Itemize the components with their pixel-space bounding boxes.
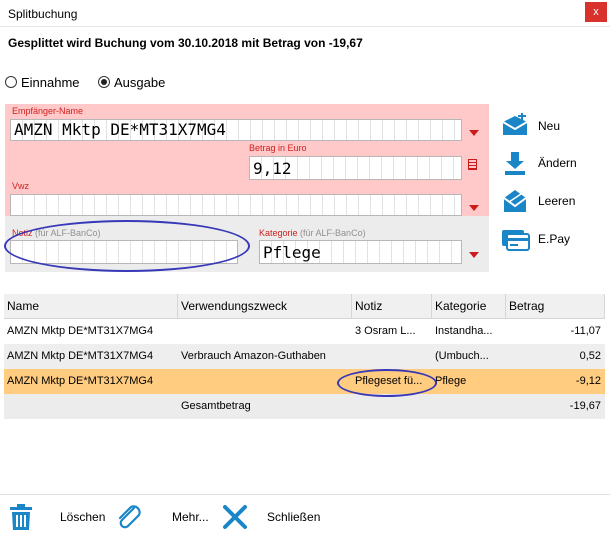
vwz-input[interactable] (10, 194, 462, 216)
close-x-icon (223, 505, 247, 529)
total-label: Gesamtbetrag (181, 400, 251, 412)
download-icon (505, 152, 525, 175)
radio-einnahme[interactable]: Einnahme (5, 74, 80, 90)
cell-notiz (352, 344, 432, 369)
column-header-notiz[interactable]: Notiz (352, 294, 432, 318)
total-value: -19,67 (569, 400, 601, 412)
total-row: Gesamtbetrag -19,67 (4, 394, 605, 419)
split-heading: Gesplittet wird Buchung vom 30.10.2018 m… (8, 36, 363, 50)
loeschen-button[interactable]: Löschen (8, 500, 105, 534)
table-row[interactable]: AMZN Mktp DE*MT31X7MG4 3 Osram L... Inst… (4, 319, 605, 344)
epay-label: E.Pay (538, 232, 571, 246)
cell-vwz: Verbrauch Amazon-Guthaben (181, 350, 326, 362)
mehr-label: Mehr... (172, 510, 209, 524)
cell-name: AMZN Mktp DE*MT31X7MG4 (7, 350, 154, 362)
title-bar (0, 0, 610, 27)
cell-betrag: -11,07 (570, 325, 601, 337)
cell-kategorie: Instandha... (435, 325, 493, 337)
schliessen-label: Schließen (267, 510, 321, 524)
empfaenger-input[interactable]: AMZN Mktp DE*MT31X7MG4 (10, 119, 462, 141)
betrag-label: Betrag in Euro (249, 143, 307, 153)
radio-circle-ausgabe[interactable] (98, 76, 110, 88)
column-header-name[interactable]: Name (4, 294, 178, 318)
kategorie-label-text: Kategorie (259, 228, 298, 238)
annotation-oval-notiz-cell (337, 369, 437, 397)
radio-label-ausgabe: Ausgabe (114, 74, 166, 90)
calculator-icon[interactable] (468, 159, 477, 170)
column-header-betrag[interactable]: Betrag (506, 294, 605, 318)
column-header-verwendungszweck[interactable]: Verwendungszweck (178, 294, 352, 318)
window-title: Splitbuchung (8, 7, 78, 21)
kategorie-dropdown-icon[interactable] (469, 252, 479, 258)
vwz-label: Vwz (12, 181, 30, 191)
cell-vwz (178, 319, 352, 344)
table-header: Name Verwendungszweck Notiz Kategorie Be… (4, 294, 605, 319)
leeren-button[interactable]: Leeren (500, 187, 600, 215)
vwz-dropdown-icon[interactable] (469, 205, 479, 211)
cell-name: AMZN Mktp DE*MT31X7MG4 (7, 325, 154, 337)
mehr-button[interactable]: Mehr... (114, 500, 209, 534)
split-table: Name Verwendungszweck Notiz Kategorie Be… (4, 294, 605, 419)
column-header-kategorie[interactable]: Kategorie (432, 294, 506, 318)
leeren-label: Leeren (538, 194, 576, 208)
aendern-button[interactable]: Ändern (500, 149, 600, 177)
radio-circle-einnahme[interactable] (5, 76, 17, 88)
empfaenger-label: Empfänger-Name (12, 106, 84, 116)
kategorie-label: Kategorie (für ALF-BanCo) (259, 228, 366, 238)
cell-betrag: 0,52 (579, 350, 601, 362)
neu-button[interactable]: Neu (500, 112, 600, 140)
new-mail-icon (502, 113, 528, 135)
trash-icon (10, 504, 32, 530)
envelope-open-icon (503, 190, 527, 212)
schliessen-button[interactable]: Schließen (221, 500, 320, 534)
paperclip-icon (118, 505, 141, 529)
epay-icon (502, 230, 530, 251)
cell-kategorie: (Umbuch... (435, 350, 489, 362)
radio-ausgabe[interactable]: Ausgabe (98, 74, 165, 90)
epay-button[interactable]: E.Pay (500, 225, 600, 253)
neu-label: Neu (538, 119, 561, 133)
kategorie-input[interactable]: Pflege (259, 240, 462, 264)
betrag-input[interactable]: 9,12 (249, 156, 462, 180)
cell-name: AMZN Mktp DE*MT31X7MG4 (7, 375, 154, 387)
close-button[interactable]: x (585, 2, 607, 22)
empfaenger-dropdown-icon[interactable] (469, 130, 479, 136)
kategorie-hint: (für ALF-BanCo) (300, 228, 366, 238)
total-empty-kategorie (432, 394, 506, 419)
total-empty-notiz (352, 394, 432, 419)
cell-kategorie: Pflege (435, 375, 467, 387)
table-row[interactable]: AMZN Mktp DE*MT31X7MG4 Verbrauch Amazon-… (4, 344, 605, 369)
cell-notiz: 3 Osram L... (355, 325, 416, 337)
table-row-selected[interactable]: AMZN Mktp DE*MT31X7MG4 Pflegeset fü... P… (4, 369, 605, 394)
aendern-label: Ändern (538, 156, 577, 170)
loeschen-label: Löschen (60, 510, 106, 524)
annotation-oval-notiz (4, 220, 250, 272)
total-spacer (4, 394, 178, 419)
cell-betrag: -9,12 (575, 375, 601, 387)
radio-label-einnahme: Einnahme (21, 74, 80, 90)
cell-vwz (178, 369, 352, 394)
